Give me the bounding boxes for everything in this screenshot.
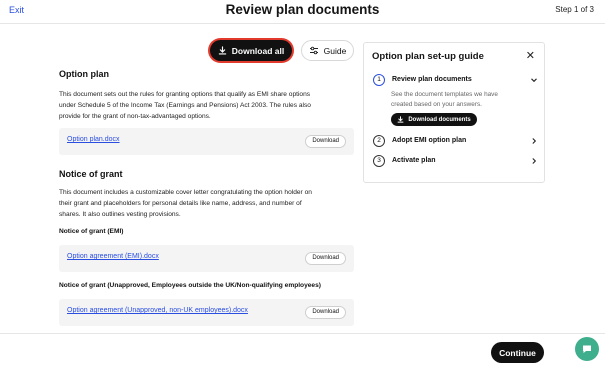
guide-step-description: See the document templates we have creat… [391, 90, 531, 110]
file-link-unapproved[interactable]: Option agreement (Unapproved, non-UK emp… [67, 307, 248, 314]
download-all-button[interactable]: Download all [210, 40, 292, 61]
chevron-right-icon [530, 134, 538, 147]
description-line: their grant and placeholders for persona… [59, 200, 302, 207]
download-all-label: Download all [231, 45, 285, 56]
description-line: provide for the grant of non-tax-advanta… [59, 113, 211, 120]
unapproved-subheading: Notice of grant (Unapproved, Employees o… [59, 282, 321, 289]
step-label: Activate plan [392, 157, 436, 164]
download-icon [397, 116, 404, 123]
chevron-right-icon [530, 154, 538, 167]
description-line: This document sets out the rules for gra… [59, 91, 311, 98]
chat-button[interactable] [575, 337, 599, 361]
download-button-option-plan[interactable]: Download [305, 135, 346, 148]
notice-of-grant-heading: Notice of grant [59, 169, 123, 179]
download-icon [218, 46, 227, 55]
emi-subheading: Notice of grant (EMI) [59, 228, 124, 235]
file-link-emi[interactable]: Option agreement (EMI).docx [67, 253, 159, 260]
guide-step-activate[interactable]: 3 Activate plan [373, 155, 538, 169]
step-indicator: Step 1 of 3 [555, 5, 594, 14]
download-button-emi[interactable]: Download [305, 252, 346, 265]
emi-subsection: Notice of grant (EMI) [59, 228, 355, 235]
step-label: Adopt EMI option plan [392, 137, 467, 144]
guide-title: Option plan set-up guide [372, 51, 484, 62]
chevron-down-icon [530, 73, 538, 86]
file-row-option-plan: Option plan.docx Download [59, 128, 354, 155]
guide-button[interactable]: Guide [301, 40, 354, 61]
description-line: shares. It also outlines vesting provisi… [59, 211, 181, 218]
option-plan-section: Option plan [59, 69, 355, 79]
guide-label: Guide [323, 45, 347, 56]
unapproved-subsection: Notice of grant (Unapproved, Employees o… [59, 282, 355, 289]
step-number: 3 [373, 155, 385, 167]
description-line: under Schedule 5 of the Income Tax (Earn… [59, 102, 311, 109]
notice-of-grant-description: This document includes a customizable co… [59, 187, 355, 220]
description-line: This document includes a customizable co… [59, 189, 312, 196]
step-number: 2 [373, 135, 385, 147]
step-number: 1 [373, 74, 385, 86]
file-row-emi: Option agreement (EMI).docx Download [59, 245, 354, 272]
sliders-icon [309, 46, 318, 55]
close-icon[interactable]: ✕ [526, 49, 535, 62]
guide-desc-line: created based on your answers. [391, 101, 482, 108]
guide-step-adopt[interactable]: 2 Adopt EMI option plan [373, 135, 538, 149]
chat-icon [583, 345, 591, 353]
step-label: Review plan documents [392, 76, 472, 83]
page-title: Review plan documents [225, 2, 380, 17]
continue-button[interactable]: Continue [491, 342, 544, 363]
download-documents-label: Download documents [408, 116, 471, 123]
notice-of-grant-section: Notice of grant [59, 169, 355, 179]
option-plan-heading: Option plan [59, 69, 109, 79]
option-plan-description: This document sets out the rules for gra… [59, 89, 355, 122]
top-bar: Exit Review plan documents Step 1 of 3 [0, 0, 605, 24]
download-documents-button[interactable]: Download documents [391, 113, 477, 126]
file-row-unapproved: Option agreement (Unapproved, non-UK emp… [59, 299, 354, 326]
file-link-option-plan[interactable]: Option plan.docx [67, 136, 120, 143]
guide-desc-line: See the document templates we have [391, 91, 498, 98]
download-button-unapproved[interactable]: Download [305, 306, 346, 319]
guide-step-review[interactable]: 1 Review plan documents [373, 74, 538, 88]
